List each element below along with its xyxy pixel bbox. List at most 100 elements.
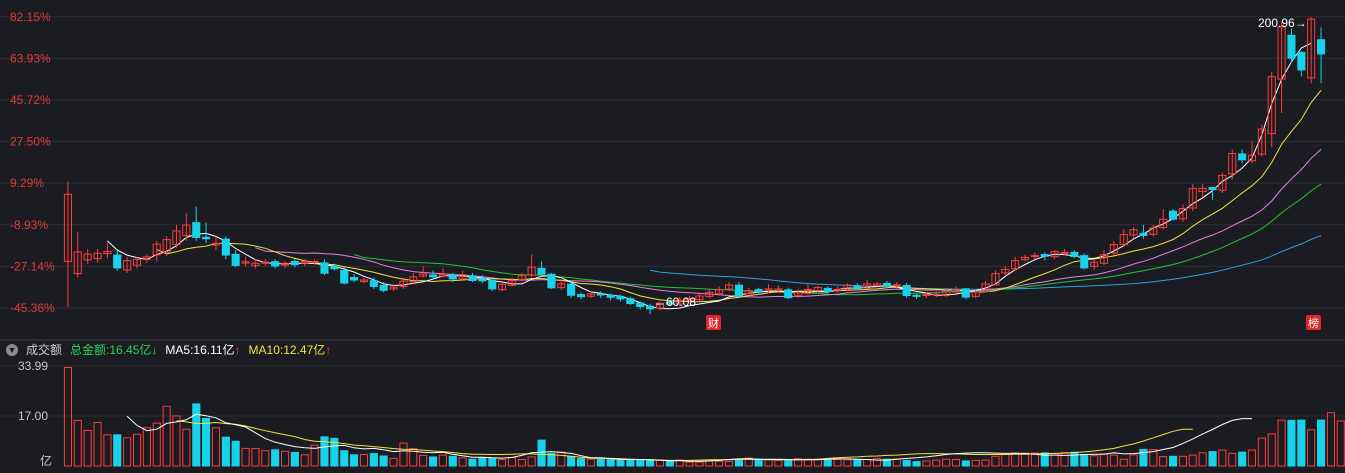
price-tick-label: 82.15% — [10, 10, 51, 24]
candle-body — [202, 236, 211, 240]
volume-bar — [1198, 452, 1207, 467]
candle — [902, 283, 911, 299]
candle-body — [616, 295, 625, 300]
price-tick-label: 63.93% — [10, 51, 51, 65]
volume-bar — [1326, 412, 1336, 467]
volume-bar — [646, 459, 655, 467]
ma30-line — [353, 183, 1322, 296]
volume-bar — [1030, 452, 1040, 467]
candle — [1080, 253, 1089, 270]
candle-body — [221, 238, 230, 256]
candle — [567, 282, 576, 299]
candle — [1129, 227, 1138, 239]
volume-bar — [63, 367, 73, 467]
candle — [784, 287, 793, 300]
candle — [1090, 259, 1099, 270]
candlestick-series — [63, 17, 1326, 315]
candle — [912, 293, 921, 300]
volume-bar — [833, 459, 842, 467]
candle-body — [1238, 153, 1247, 161]
dragon-tiger-list-badge[interactable]: 榜 — [1306, 315, 1321, 330]
volume-bar — [596, 459, 605, 467]
candle — [961, 287, 970, 300]
volume-bar — [1129, 454, 1138, 467]
candle — [73, 231, 82, 278]
volume-bar — [902, 459, 911, 467]
volume-bar — [1317, 419, 1326, 467]
candle-body — [1060, 251, 1069, 254]
volume-bar — [1257, 437, 1266, 467]
volume-bar — [951, 459, 961, 467]
volume-ma5: MA5:16.11亿↑ — [165, 341, 240, 359]
candle — [1030, 252, 1040, 260]
volume-bar — [281, 450, 290, 467]
volume-bar — [123, 437, 132, 467]
volume-bar — [567, 456, 576, 467]
candle — [320, 259, 329, 276]
volume-indicator-name[interactable]: 成交额 — [26, 341, 62, 359]
volume-ma10: MA10:12.47亿↑ — [249, 341, 332, 359]
volume-bar — [577, 458, 586, 467]
moving-average-lines — [107, 42, 1322, 310]
volume-bar — [1238, 451, 1247, 467]
price-tick-label: -45.36% — [10, 301, 55, 315]
candle — [221, 236, 230, 260]
ma20-line — [255, 148, 1322, 298]
candle-body — [784, 289, 793, 299]
high-price-label: 200.96→ — [1258, 16, 1307, 30]
volume-header: ▼ 成交额 总金额:16.45亿↓ MA5:16.11亿↑ MA10:12.47… — [6, 341, 331, 359]
candle-body — [1169, 210, 1178, 220]
volume-bar — [468, 458, 477, 467]
volume-bar — [616, 459, 625, 467]
candle-body — [646, 305, 655, 310]
candle-body — [468, 275, 477, 281]
candle — [261, 259, 270, 267]
volume-bar — [113, 434, 122, 467]
candle — [833, 286, 842, 293]
candle — [93, 248, 102, 263]
candle-body — [231, 253, 240, 266]
triangle-down-icon[interactable]: ▼ — [6, 344, 18, 356]
volume-bar — [231, 440, 240, 467]
candle-body — [596, 293, 605, 296]
volume-bar — [498, 459, 507, 467]
volume-bar — [586, 458, 595, 467]
candle — [744, 287, 753, 296]
volume-bar — [636, 459, 645, 467]
candle — [83, 248, 92, 264]
candle — [192, 206, 201, 241]
candle — [557, 279, 566, 291]
candle — [488, 278, 497, 292]
candle — [695, 293, 704, 302]
volume-bar — [823, 459, 832, 467]
candle-body — [734, 284, 744, 297]
candle-body — [626, 298, 635, 305]
volume-tick-label: 33.99 — [18, 359, 48, 373]
dragon-tiger-list-badge-text: 榜 — [1308, 316, 1319, 330]
candle-body — [429, 274, 438, 278]
candle — [537, 261, 546, 277]
candle — [1040, 252, 1049, 261]
volume-bar — [359, 454, 368, 467]
volume-bar — [350, 454, 359, 467]
price-y-axis: 82.15% 63.93% 45.72% 27.50% 9.29% -8.93% -27.1… — [10, 10, 55, 315]
volume-bar — [932, 459, 941, 467]
candle-body — [1040, 254, 1049, 257]
candle-body — [912, 294, 921, 297]
candle-body — [823, 287, 832, 292]
volume-bar — [1090, 455, 1099, 467]
candle-body — [1030, 255, 1040, 258]
candle — [1317, 27, 1326, 84]
volume-bar — [991, 455, 1000, 467]
financial-report-badge[interactable]: 财 — [706, 315, 721, 330]
candle — [103, 243, 112, 259]
candle — [1238, 149, 1247, 164]
volume-bar — [843, 459, 852, 467]
stock-chart[interactable]: 82.15% 63.93% 45.72% 27.50% 9.29% -8.93% -27.1… — [0, 0, 1345, 473]
price-tick-label: 45.72% — [10, 93, 51, 107]
candle-body — [113, 254, 122, 269]
candle-body — [379, 285, 388, 291]
candle — [241, 256, 250, 267]
volume-bar — [133, 433, 142, 467]
volume-bar — [1119, 458, 1128, 467]
